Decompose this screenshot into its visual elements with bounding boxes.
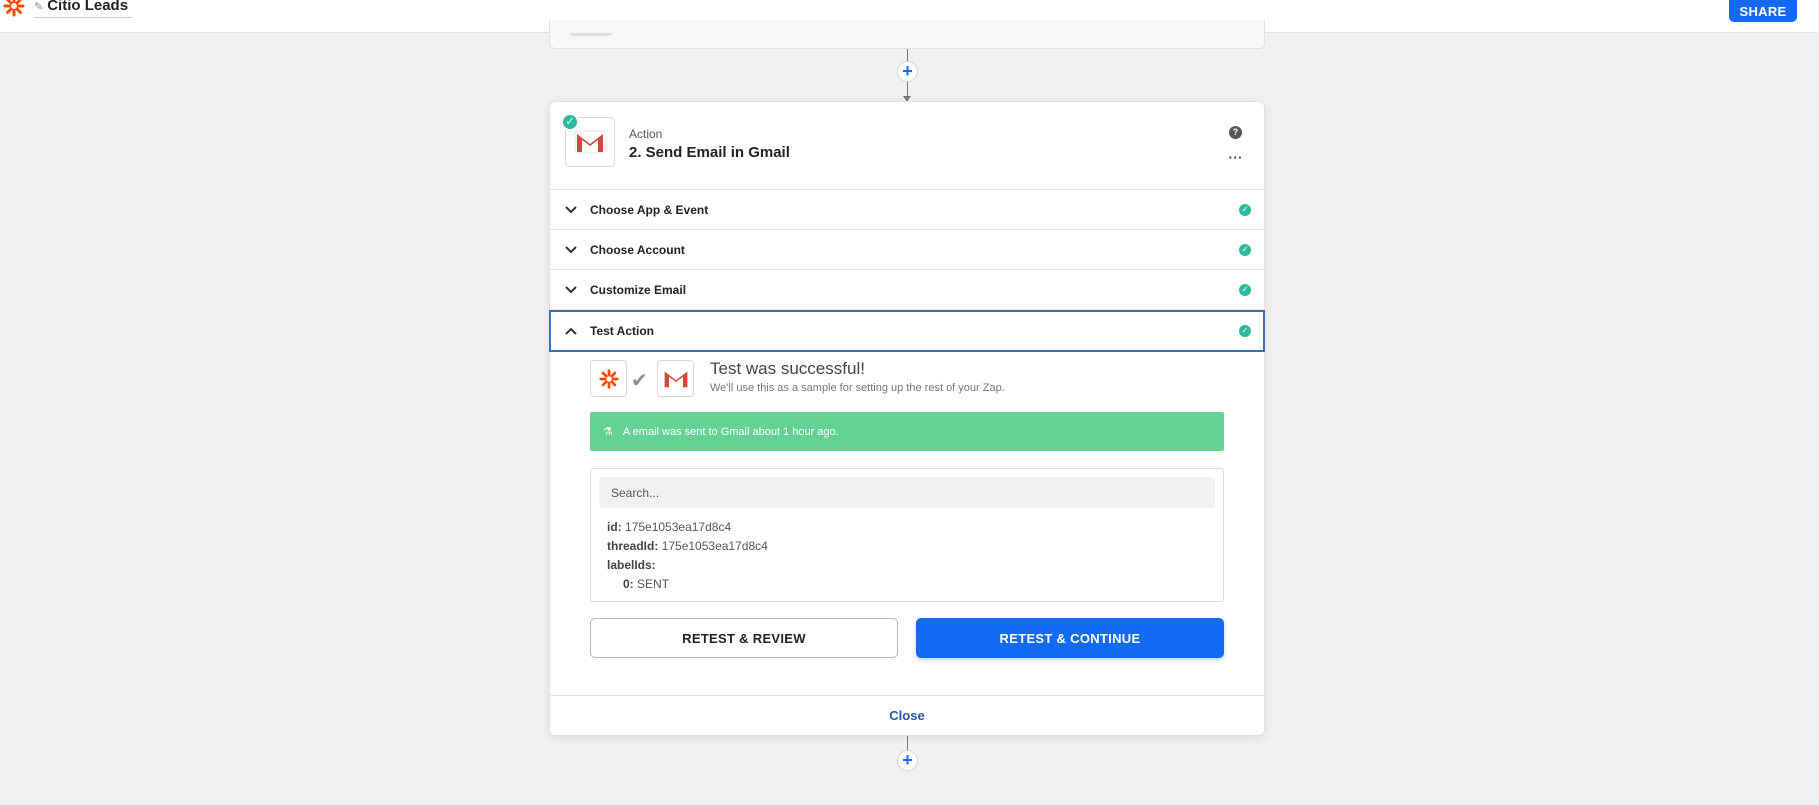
section-complete-check-icon: ✓ (1239, 284, 1251, 296)
section-customize-email[interactable]: Customize Email ✓ (550, 270, 1264, 310)
step-complete-check-icon: ✓ (561, 113, 579, 131)
connector-line (907, 82, 908, 96)
section-choose-account[interactable]: Choose Account ✓ (550, 230, 1264, 270)
add-step-plus-icon[interactable]: + (897, 61, 918, 82)
previous-step-icon-stub (570, 33, 612, 36)
share-button[interactable]: SHARE (1729, 0, 1797, 22)
gmail-app-icon (657, 360, 694, 397)
section-label: Choose Account (590, 242, 685, 257)
question-icon[interactable]: ? (1229, 126, 1242, 139)
close-link[interactable]: Close (889, 708, 924, 723)
section-label: Customize Email (590, 282, 687, 297)
chevron-down-icon (565, 246, 577, 254)
section-complete-check-icon: ✓ (1239, 204, 1251, 216)
retest-review-button[interactable]: RETEST & REVIEW (590, 618, 898, 658)
card-footer: Close (550, 695, 1264, 735)
section-complete-check-icon: ✓ (1239, 325, 1251, 337)
section-choose-app-event[interactable]: Choose App & Event ✓ (550, 190, 1264, 230)
section-complete-check-icon: ✓ (1239, 244, 1251, 256)
step-header[interactable]: ✓ Action 2. Send Email in Gmail ? ··· (550, 102, 1264, 190)
pencil-icon: ✎ (34, 1, 44, 13)
field-id: id: 175e1053ea17d8c4 (607, 520, 732, 534)
section-label: Choose App & Event (590, 202, 709, 217)
test-success-title: Test was successful! (710, 359, 865, 378)
add-step-plus-icon[interactable]: + (897, 750, 918, 771)
chevron-up-icon (565, 327, 577, 335)
field-label-0: 0: SENT (623, 577, 670, 591)
zap-title-field[interactable]: ✎ Citio Leads (34, 0, 133, 18)
previous-step-card[interactable] (549, 20, 1265, 49)
test-success-subtitle: We'll use this as a sample for setting u… (710, 382, 1005, 394)
chevron-down-icon (565, 206, 577, 214)
section-label: Test Action (590, 324, 655, 338)
field-thread-id: threadId: 175e1053ea17d8c4 (607, 539, 768, 553)
section-test-action[interactable]: Test Action ✓ (549, 310, 1265, 352)
checkmark-icon: ✔ (631, 370, 648, 392)
retest-continue-button[interactable]: RETEST & CONTINUE (916, 618, 1224, 658)
zap-title: Citio Leads (47, 0, 129, 14)
zapier-trigger-icon (590, 360, 627, 397)
ellipsis-icon[interactable]: ··· (1229, 150, 1244, 165)
chevron-down-icon (565, 286, 577, 294)
flask-icon: ⚗ (603, 426, 613, 438)
test-data-box: id: 175e1053ea17d8c4 threadId: 175e1053e… (590, 468, 1224, 602)
action-step-card: ✓ Action 2. Send Email in Gmail ? ··· Ch… (549, 101, 1265, 736)
field-label-ids: labelIds: (607, 558, 656, 572)
banner-text: A email was sent to Gmail about 1 hour a… (622, 425, 839, 438)
step-type-label: Action (629, 127, 663, 141)
test-result-banner: ⚗ A email was sent to Gmail about 1 hour… (590, 412, 1224, 451)
step-title[interactable]: 2. Send Email in Gmail (629, 144, 790, 161)
zapier-logo-icon[interactable] (2, 0, 26, 18)
search-input[interactable] (599, 477, 1215, 508)
